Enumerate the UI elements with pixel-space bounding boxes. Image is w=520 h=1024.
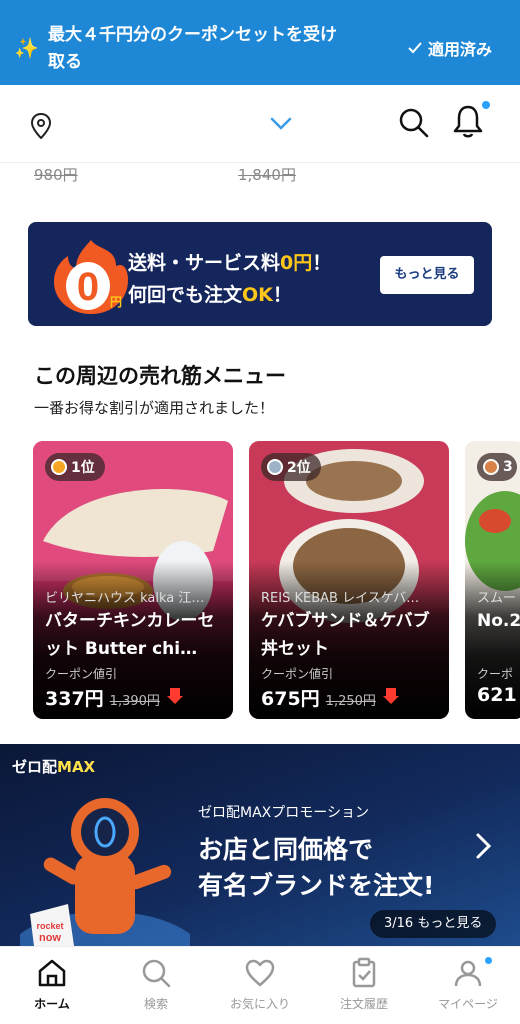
coupon-promo-text: 最大４千円分のクーポンセットを受け取る: [48, 25, 337, 72]
search-icon: [142, 959, 171, 988]
zero-max-logo: ゼロ配MAX: [12, 758, 96, 776]
check-icon: [408, 42, 422, 54]
section-subtitle: 一番お得な割引が適用されました！: [34, 399, 275, 417]
home-icon: [38, 959, 66, 987]
applied-label: 適用済み: [427, 40, 492, 59]
discount-price: 621: [477, 684, 517, 706]
bag-text-rocket: rocket: [36, 921, 63, 931]
bronze-medal-icon: [483, 459, 499, 475]
astronaut-illustration: rocket now: [20, 798, 190, 946]
original-price: 1,390円: [109, 694, 160, 709]
nav-label: 注文履歴: [339, 997, 388, 1011]
nav-label: ホーム: [34, 997, 70, 1011]
notification-dot: [485, 957, 492, 964]
free-banner-line2: 何回でも注文OK！: [128, 284, 292, 306]
free-banner-line1: 送料・サービス料0円！: [128, 252, 332, 274]
silver-medal-icon: [267, 459, 283, 475]
rank-label: 1位: [71, 460, 95, 476]
chevron-down-icon[interactable]: [270, 117, 292, 131]
section-title: この周辺の売れ筋メニュー: [34, 364, 286, 388]
chevron-right-icon[interactable]: [474, 832, 494, 860]
promo-headline-1: お店と同価格で: [198, 835, 374, 864]
rank-label: 2位: [287, 460, 311, 476]
coupon-label: クーポン値引: [45, 667, 118, 681]
sparkle-icon: ✨: [14, 36, 39, 60]
store-name: REIS KEBAB レイスケバ…: [261, 591, 420, 606]
nav-label: 検索: [143, 997, 168, 1011]
coupon-label: クーポ: [477, 667, 514, 681]
nav-favorites[interactable]: お気に入り: [208, 947, 312, 1024]
price-row: 621: [477, 684, 517, 706]
notification-dot: [482, 101, 490, 109]
discount-price: 675円: [261, 688, 320, 710]
nav-my-page[interactable]: マイページ: [416, 947, 520, 1024]
applied-status: 適用済み: [408, 36, 492, 60]
zero-max-promo-banner[interactable]: rocket now ゼロ配MAX ゼロ配MAXプロモーション お店と同価格で …: [0, 744, 520, 946]
heart-icon: [245, 959, 275, 987]
price-row: 337円 1,390円: [45, 684, 184, 711]
nav-search[interactable]: 検索: [104, 947, 208, 1024]
bag-text-now: now: [39, 932, 61, 944]
old-price-1: 980円: [34, 166, 78, 184]
discount-price: 337円: [45, 688, 104, 710]
search-icon[interactable]: [398, 107, 430, 139]
notification-bell-icon[interactable]: [452, 103, 484, 139]
carousel-counter[interactable]: 3/16 もっと見る: [370, 910, 497, 938]
coupon-promo-bar[interactable]: ✨ 最大４千円分のクーポンセットを受け取る 適用済み: [0, 0, 520, 85]
menu-card[interactable]: 3 スムー No.2 コラ クーポ 621: [465, 441, 520, 719]
zero-yen-flame-badge-icon: 0 円: [54, 240, 128, 314]
coupon-label: クーポン値引: [261, 667, 334, 681]
profile-icon: [454, 960, 482, 987]
badge-unit: 円: [110, 295, 122, 309]
rank-badge: 1位: [45, 453, 105, 481]
old-price-2: 1,840円: [238, 166, 296, 184]
menu-card[interactable]: 2位 REIS KEBAB レイスケバ… ケバブサンド＆ケバブ丼セット クーポン…: [249, 441, 449, 719]
discount-arrow-icon: [382, 688, 399, 704]
promo-headline-2: 有名ブランドを注文!: [198, 871, 435, 900]
rank-badge: 2位: [261, 453, 321, 481]
nav-label: お気に入り: [229, 997, 290, 1011]
rank-label: 3: [503, 459, 513, 475]
promo-subtitle: ゼロ配MAXプロモーション: [198, 805, 369, 821]
bottom-navigation: ホーム 検索 お気に入り 注文履歴 マイページ: [0, 946, 520, 1024]
location-pin-icon[interactable]: [30, 113, 52, 139]
store-name: スムー: [477, 591, 517, 606]
rank-badge: 3: [477, 453, 517, 481]
badge-number: 0: [77, 265, 99, 309]
menu-card[interactable]: 1位 ビリヤニハウス kalka 江… バターチキンカレーセット Butter …: [33, 441, 233, 719]
menu-name: ケバブサンド＆ケバブ丼セット: [261, 611, 430, 659]
free-delivery-banner[interactable]: 0 円 送料・サービス料0円！ 何回でも注文OK！ もっと見る: [28, 222, 492, 326]
nav-label: マイページ: [438, 997, 498, 1011]
nav-home[interactable]: ホーム: [0, 947, 104, 1024]
nav-order-history[interactable]: 注文履歴: [312, 947, 416, 1024]
price-row: 675円 1,250円: [261, 684, 400, 711]
menu-name: No.2 コラ: [477, 611, 520, 631]
menu-name: バターチキンカレーセット Butter chi…: [45, 611, 215, 659]
original-price: 1,250円: [325, 694, 376, 709]
app-header: [0, 85, 520, 163]
see-more-button[interactable]: もっと見る: [380, 256, 474, 294]
discount-arrow-icon: [166, 688, 183, 704]
store-name: ビリヤニハウス kalka 江…: [45, 591, 205, 606]
gold-medal-icon: [51, 459, 67, 475]
order-history-icon: [352, 957, 376, 988]
